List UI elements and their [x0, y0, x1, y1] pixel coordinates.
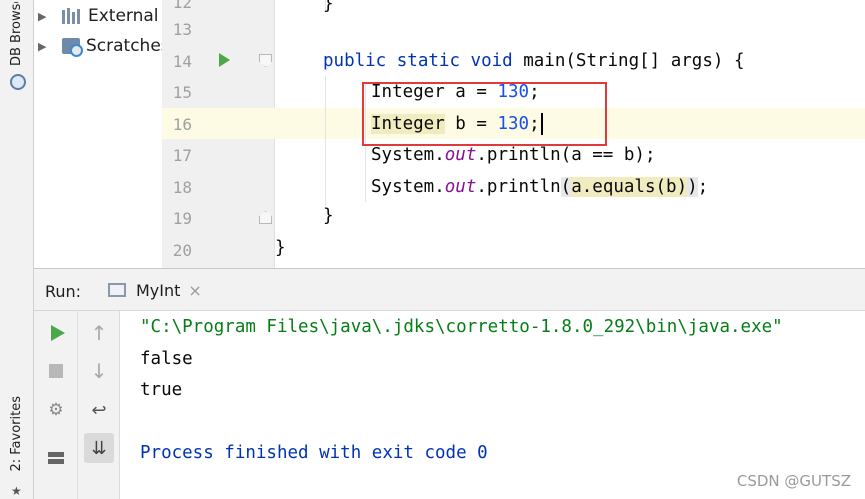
left-tool-strip: DB Browser 2: Favorites ★	[0, 0, 34, 499]
project-tree: ▶ External Libraries ▶ Scratches and Con…	[34, 0, 162, 268]
run-config-icon	[108, 283, 126, 297]
code-line-19[interactable]: }	[323, 202, 334, 230]
code-line-12[interactable]: }	[323, 0, 334, 18]
tree-item-external-libraries[interactable]: ▶ External Libraries	[34, 4, 162, 28]
run-panel: Run: MyInt × ⚙ ↑ ↓ ↩ ⇊ "C:\Program Files…	[34, 268, 865, 499]
line-number: 17	[172, 146, 192, 165]
layout-icon[interactable]	[45, 447, 67, 469]
rerun-play-icon[interactable]	[45, 322, 67, 344]
console-output[interactable]: "C:\Program Files\java\.jdks\corretto-1.…	[120, 311, 865, 499]
expand-arrow-icon[interactable]: ▶	[38, 40, 48, 53]
close-tab-icon[interactable]: ×	[188, 281, 201, 300]
console-output-line: true	[140, 380, 183, 400]
line-number: 18	[172, 178, 192, 197]
annotation-box-code	[362, 82, 607, 146]
run-tab-label: MyInt	[136, 280, 181, 300]
run-panel-header: Run: MyInt ×	[34, 269, 865, 311]
line-number: 14	[172, 52, 192, 71]
watermark: CSDN @GUTSZ	[736, 472, 851, 490]
line-number: 16	[172, 115, 192, 134]
arrow-up-icon[interactable]: ↑	[88, 321, 110, 345]
line-number: 12	[172, 0, 192, 12]
code-line-18[interactable]: System.out.println(a.equals(b));	[371, 173, 708, 201]
db-browser-icon[interactable]	[10, 74, 26, 90]
expand-arrow-icon[interactable]: ▶	[38, 10, 48, 23]
tree-item-label: Scratches and Consoles	[86, 36, 162, 56]
arrow-down-icon[interactable]: ↓	[88, 359, 110, 383]
line-number: 15	[172, 83, 192, 102]
code-line-20[interactable]: }	[275, 234, 286, 262]
line-number: 20	[172, 241, 192, 260]
soft-wrap-icon[interactable]: ↩	[88, 399, 110, 421]
run-toolbar-secondary: ↑ ↓ ↩ ⇊	[78, 311, 120, 499]
console-output-line: false	[140, 349, 193, 369]
run-gutter-icon[interactable]	[219, 53, 230, 67]
libraries-icon	[62, 8, 82, 24]
indent-guide	[325, 76, 326, 206]
run-tab-myint[interactable]: MyInt ×	[108, 275, 202, 305]
run-toolbar-primary: ⚙	[34, 311, 78, 499]
run-panel-label: Run:	[45, 282, 82, 301]
tree-item-label: External Libraries	[88, 6, 162, 26]
db-browser-tab[interactable]: DB Browser	[9, 2, 24, 66]
line-number: 19	[172, 209, 192, 228]
scroll-to-end-icon[interactable]: ⇊	[84, 433, 114, 463]
tree-item-scratches[interactable]: ▶ Scratches and Consoles	[34, 34, 162, 58]
favorites-star-icon: ★	[11, 484, 22, 498]
stop-icon[interactable]	[45, 360, 67, 382]
line-number: 13	[172, 20, 192, 39]
favorites-tab[interactable]: 2: Favorites	[9, 396, 24, 472]
rerun-failed-icon[interactable]: ⚙	[45, 399, 67, 421]
scratches-icon	[62, 38, 83, 57]
process-exit-line: Process finished with exit code 0	[140, 443, 488, 463]
console-command-line: "C:\Program Files\java\.jdks\corretto-1.…	[140, 317, 783, 337]
code-line-14[interactable]: public static void main(String[] args) {	[323, 47, 744, 75]
